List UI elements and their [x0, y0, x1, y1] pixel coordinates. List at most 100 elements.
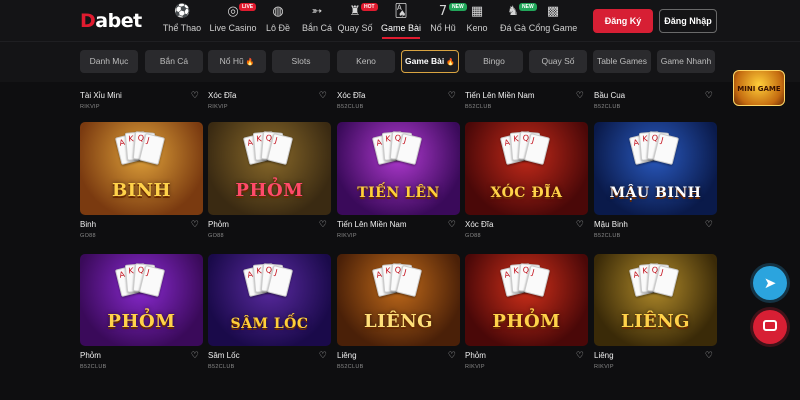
game-thumbnail[interactable]: A K Q J BINH: [80, 122, 203, 215]
category-tab[interactable]: Slots: [272, 50, 330, 73]
category-label: Table Games: [596, 56, 648, 66]
game-portal-icon: ▩: [546, 4, 560, 19]
game-provider: RIKVIP: [465, 364, 485, 370]
game-card[interactable]: A K Q J SÂM LỐC Sâm Lốc ♡ B52CLUB: [208, 254, 331, 370]
game-card[interactable]: Tài Xỉu Mini ♡ RIKVIP: [80, 86, 203, 110]
keno-grid-icon: ▦: [470, 4, 484, 19]
nav-item-9[interactable]: ▩ Cổng Game: [528, 4, 578, 33]
nav-label: Lô Đề: [265, 23, 291, 33]
game-card[interactable]: A K Q J LIÊNG Liêng ♡ B52CLUB: [337, 254, 460, 370]
game-name: Binh ♡: [80, 220, 203, 230]
playing-cards-art: AKQJ: [242, 263, 294, 312]
category-tab[interactable]: Game Nhanh: [657, 50, 715, 73]
category-tab[interactable]: Game Bài 🔥: [401, 50, 459, 73]
game-title: Sâm Lốc: [208, 351, 240, 360]
game-name: Tiến Lên Miền Nam ♡: [337, 220, 460, 230]
favorite-heart-icon[interactable]: ♡: [576, 91, 584, 101]
nav-item-4[interactable]: ♜ HOT Quay Số: [330, 3, 380, 33]
favorite-heart-icon[interactable]: ♡: [448, 220, 456, 230]
game-card[interactable]: A K Q J XÓC ĐĨA Xóc Đĩa ♡ GO88: [465, 122, 588, 239]
nav-label: Bắn Cá: [301, 23, 333, 33]
favorite-heart-icon[interactable]: ♡: [576, 351, 584, 361]
game-name: Phỏm ♡: [208, 220, 331, 230]
category-tab[interactable]: Bắn Cá: [145, 50, 203, 73]
game-art-title: LIÊNG: [363, 311, 434, 332]
telegram-icon[interactable]: ➤: [753, 266, 787, 300]
favorite-heart-icon[interactable]: ♡: [705, 220, 713, 230]
game-card[interactable]: A K Q J TIẾN LÊN Tiến Lên Miền Nam ♡ RIKVIP: [337, 122, 460, 239]
login-button[interactable]: Đăng Nhập: [659, 9, 717, 33]
nav-label: Quay Số: [337, 23, 373, 33]
game-card[interactable]: Xóc Đĩa ♡ B52CLUB: [337, 86, 460, 110]
game-title: Bầu Cua: [594, 91, 626, 100]
game-art-title: LIÊNG: [620, 311, 691, 332]
playing-cards-icon: 🂡: [394, 4, 408, 19]
register-button[interactable]: Đăng Ký: [593, 9, 653, 33]
game-provider: RIKVIP: [594, 364, 614, 370]
game-title: Xóc Đĩa: [465, 220, 494, 229]
category-tab[interactable]: Bingo: [465, 50, 523, 73]
game-title: Mậu Binh: [594, 220, 628, 229]
favorite-heart-icon[interactable]: ♡: [319, 351, 327, 361]
live-chat-icon[interactable]: [753, 310, 787, 344]
game-art-title: MẬU BINH: [609, 185, 702, 201]
game-thumbnail[interactable]: A K Q J MẬU BINH: [594, 122, 717, 215]
category-tab[interactable]: Danh Mục: [80, 50, 138, 73]
game-art-title: PHỎM: [492, 311, 561, 332]
game-thumbnail[interactable]: A K Q J LIÊNG: [337, 254, 460, 346]
nav-item-0[interactable]: ⚽ Thể Thao: [157, 4, 207, 33]
game-provider: B52CLUB: [337, 364, 364, 370]
nav-label: Live Casino: [209, 23, 257, 33]
game-card[interactable]: A K Q J PHỎM Phỏm ♡ B52CLUB: [80, 254, 203, 370]
game-name: Xóc Đĩa ♡: [465, 220, 588, 230]
favorite-heart-icon[interactable]: ♡: [191, 220, 199, 230]
game-thumbnail[interactable]: A K Q J PHỎM: [208, 122, 331, 215]
game-card[interactable]: A K Q J PHỎM Phỏm ♡ GO88: [208, 122, 331, 239]
category-tab[interactable]: Quay Số: [529, 50, 587, 73]
category-tab[interactable]: Nổ Hũ 🔥: [208, 50, 266, 73]
game-provider: GO88: [208, 233, 224, 239]
dabet-logo[interactable]: Dabet: [80, 10, 142, 32]
game-title: Liêng: [594, 351, 614, 360]
category-tab[interactable]: Table Games: [593, 50, 651, 73]
game-thumbnail[interactable]: A K Q J SÂM LỐC: [208, 254, 331, 346]
nav-label: Keno: [466, 23, 488, 33]
game-name: Tài Xỉu Mini ♡: [80, 91, 203, 101]
game-thumbnail[interactable]: A K Q J LIÊNG: [594, 254, 717, 346]
favorite-heart-icon[interactable]: ♡: [448, 351, 456, 361]
game-provider: RIKVIP: [208, 104, 228, 110]
category-label: Bắn Cá: [159, 56, 189, 66]
game-provider: B52CLUB: [208, 364, 235, 370]
favorite-heart-icon[interactable]: ♡: [319, 91, 327, 101]
game-thumbnail[interactable]: A K Q J PHỎM: [80, 254, 203, 346]
game-thumbnail[interactable]: A K Q J XÓC ĐĨA: [465, 122, 588, 215]
game-card[interactable]: A K Q J MẬU BINH Mậu Binh ♡ B52CLUB: [594, 122, 717, 239]
game-provider: B52CLUB: [337, 104, 364, 110]
category-label: Slots: [291, 56, 311, 66]
game-card[interactable]: A K Q J BINH Binh ♡ GO88: [80, 122, 203, 239]
game-card[interactable]: A K Q J LIÊNG Liêng ♡ RIKVIP: [594, 254, 717, 370]
game-name: Xóc Đĩa ♡: [208, 91, 331, 101]
nav-item-1[interactable]: ◎ LIVE Live Casino: [208, 3, 258, 33]
favorite-heart-icon[interactable]: ♡: [576, 220, 584, 230]
game-art-title: TIẾN LÊN: [357, 185, 440, 201]
favorite-heart-icon[interactable]: ♡: [191, 351, 199, 361]
game-title: Xóc Đĩa: [337, 91, 366, 100]
game-thumbnail[interactable]: A K Q J PHỎM: [465, 254, 588, 346]
favorite-heart-icon[interactable]: ♡: [191, 91, 199, 101]
favorite-heart-icon[interactable]: ♡: [448, 91, 456, 101]
fire-icon: 🔥: [446, 59, 455, 66]
game-card[interactable]: Bầu Cua ♡ B52CLUB: [594, 86, 717, 110]
game-name: Liêng ♡: [594, 351, 717, 361]
game-title: Binh: [80, 220, 97, 229]
game-card[interactable]: Tiến Lên Miền Nam ♡ B52CLUB: [465, 86, 588, 110]
mini-game-widget[interactable]: MINI GAME: [733, 70, 785, 106]
category-tab[interactable]: Keno: [337, 50, 395, 73]
favorite-heart-icon[interactable]: ♡: [705, 91, 713, 101]
game-card[interactable]: Xóc Đĩa ♡ RIKVIP: [208, 86, 331, 110]
game-card[interactable]: A K Q J PHỎM Phỏm ♡ RIKVIP: [465, 254, 588, 370]
favorite-heart-icon[interactable]: ♡: [705, 351, 713, 361]
game-art-title: PHỎM: [107, 311, 176, 332]
favorite-heart-icon[interactable]: ♡: [319, 220, 327, 230]
game-thumbnail[interactable]: A K Q J TIẾN LÊN: [337, 122, 460, 215]
